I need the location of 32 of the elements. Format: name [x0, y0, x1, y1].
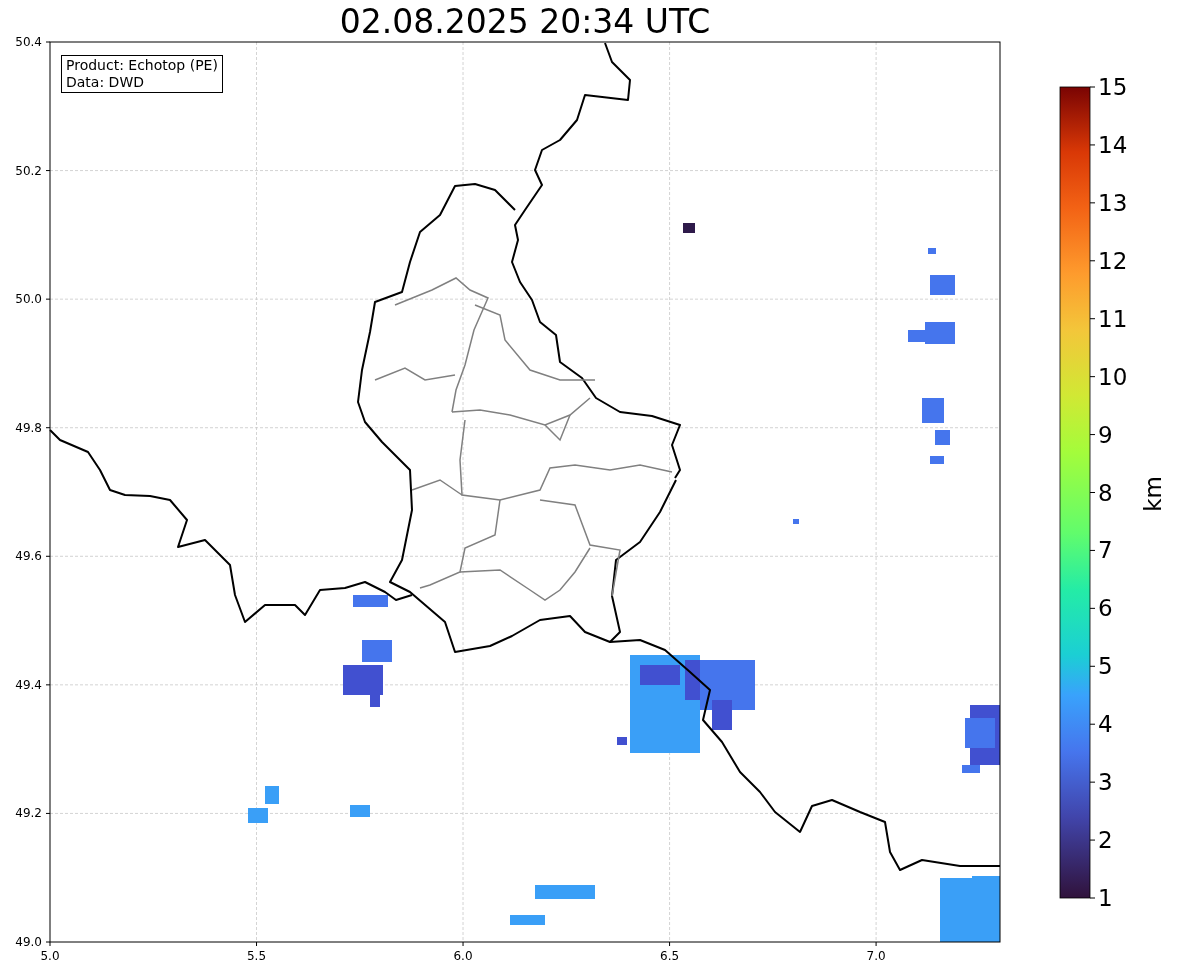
x-tick-label: 5.0 [39, 949, 61, 963]
colorbar-label: km [1138, 476, 1167, 512]
colorbar-tick-label: 8 [1098, 479, 1113, 506]
colorbar-tick-label: 4 [1098, 711, 1113, 738]
y-tick-label: 50.0 [14, 292, 42, 307]
colorbar-tick-label: 11 [1098, 305, 1128, 332]
chart-title: 02.08.2025 20:34 UTC [338, 2, 712, 42]
y-tick-label: 50.4 [14, 35, 42, 49]
info-text: Product: Echotop (PE) [66, 57, 218, 74]
y-tick-label: 49.6 [14, 549, 42, 564]
colorbar-tick-label: 9 [1098, 421, 1113, 448]
colorbar-tick-label: 1 [1098, 885, 1113, 911]
y-tick-label: 49.0 [14, 935, 42, 949]
colorbar-tick-label: 12 [1098, 247, 1128, 274]
y-tick-label: 50.2 [14, 163, 42, 178]
colorbar-tick-label: 10 [1098, 363, 1128, 390]
y-tick-label: 49.4 [14, 677, 42, 692]
x-tick-label: 5.5 [245, 949, 268, 963]
colorbar-tick-label: 15 [1098, 74, 1128, 100]
x-tick-label: 6.5 [659, 949, 681, 963]
info-text: Data: DWD [66, 74, 145, 91]
y-tick-label: 49.2 [14, 806, 42, 821]
colorbar-tick-label: 7 [1098, 537, 1113, 564]
colorbar-tick-label: 13 [1098, 189, 1128, 216]
x-tick-label: 6.0 [452, 949, 474, 963]
colorbar-tick-label: 2 [1098, 827, 1113, 854]
colorbar-tick-label: 6 [1098, 595, 1113, 622]
colorbar-tick-label: 5 [1098, 653, 1113, 680]
y-tick-label: 49.8 [14, 420, 42, 435]
colorbar-tick-label: 14 [1098, 131, 1128, 158]
colorbar-tick-label: 3 [1098, 769, 1113, 796]
x-tick-label: 7.0 [865, 949, 887, 963]
